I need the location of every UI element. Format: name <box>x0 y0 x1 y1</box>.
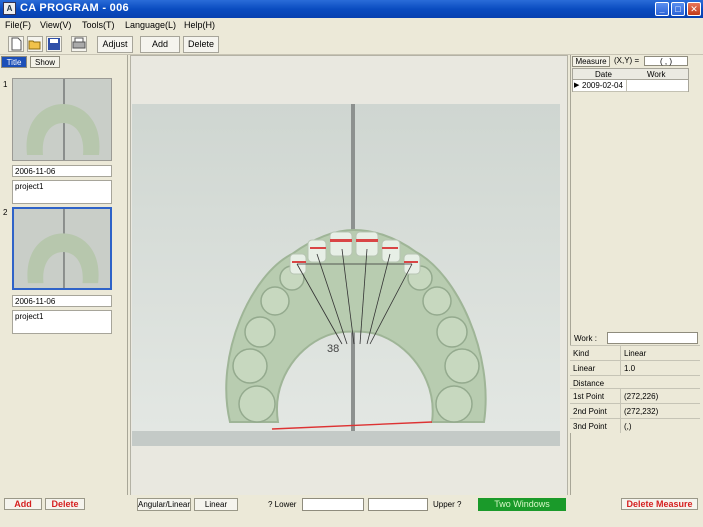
print-icon[interactable] <box>71 36 87 52</box>
cell-divider <box>620 361 621 375</box>
thumbnail-1[interactable] <box>12 78 112 161</box>
table-row[interactable]: ▶ 2009-02-04 <box>573 80 688 92</box>
property-key: 1st Point <box>573 392 605 401</box>
cell-divider <box>620 389 621 403</box>
model-annotation: 38 <box>327 343 339 355</box>
upper-input[interactable] <box>368 498 428 511</box>
property-row: 1st Point (272,226) <box>570 388 700 403</box>
measure-grid: Date Work ▶ 2009-02-04 <box>572 68 689 92</box>
delete-measure-button[interactable]: Delete Measure <box>621 498 698 510</box>
row-pointer-icon: ▶ <box>574 82 580 89</box>
item-project-field: project1 <box>12 180 112 204</box>
property-value: 1.0 <box>624 364 636 373</box>
adjust-button[interactable]: Adjust <box>97 36 133 53</box>
cell-divider <box>620 346 621 360</box>
save-icon[interactable] <box>46 36 62 52</box>
lower-label: ? Lower <box>268 500 297 509</box>
menu-file[interactable]: File(F) <box>5 20 31 30</box>
item-date-field: 2006-11-06 <box>12 295 112 307</box>
linear-button[interactable]: Linear <box>194 498 238 511</box>
tab-show[interactable]: Show <box>30 56 60 68</box>
menu-bar: File(F) View(V) Tools(T) Language(L) Hel… <box>0 18 703 33</box>
property-value: (272,232) <box>624 407 659 416</box>
dental-model-photo[interactable]: 38 <box>132 104 560 446</box>
cell-divider <box>620 419 621 433</box>
item-index: 1 <box>3 80 8 89</box>
title-bar[interactable]: A CA PROGRAM - 006 _ □ ✕ <box>0 0 703 18</box>
minimize-button[interactable]: _ <box>655 2 669 16</box>
work-label: Work : <box>574 334 597 343</box>
xy-value: ( , ) <box>644 56 688 66</box>
menu-help[interactable]: Help(H) <box>184 20 215 30</box>
item-project-field: project1 <box>12 310 112 334</box>
property-row: 3nd Point (,) <box>570 418 700 433</box>
app-icon: A <box>3 2 16 15</box>
toolbar: Adjust Add Delete <box>0 33 703 55</box>
new-file-icon[interactable] <box>8 36 24 52</box>
menu-view[interactable]: View(V) <box>40 20 71 30</box>
two-windows-button[interactable]: Two Windows <box>478 498 566 511</box>
maximize-button[interactable]: □ <box>671 2 685 16</box>
property-key: 3nd Point <box>573 422 607 431</box>
property-key: Distance <box>573 379 605 388</box>
property-row: Linear 1.0 <box>570 360 700 375</box>
property-value: (272,226) <box>624 392 659 401</box>
add-button[interactable]: Add <box>140 36 180 53</box>
thumbnail-panel: Title Show 1 2006-11-06 project1 2 2006-… <box>0 55 128 510</box>
property-value: Linear <box>624 349 647 358</box>
property-key: Kind <box>573 349 590 358</box>
grid-header: Date Work <box>572 68 689 80</box>
column-header-work[interactable]: Work <box>647 70 666 79</box>
thumbnail-2[interactable] <box>12 207 112 290</box>
item-index: 2 <box>3 208 8 217</box>
property-value: (,) <box>624 422 632 431</box>
lower-input[interactable] <box>302 498 364 511</box>
cell-divider <box>626 80 627 91</box>
column-header-date[interactable]: Date <box>595 70 612 79</box>
close-button[interactable]: ✕ <box>687 2 701 16</box>
tab-measure[interactable]: Measure <box>572 56 610 67</box>
angular-linear-button[interactable]: Angular/Linear <box>137 498 191 511</box>
property-key: Linear <box>573 364 596 373</box>
cell-divider <box>620 404 621 418</box>
property-row: 2nd Point (272,232) <box>570 403 700 418</box>
item-date-field: 2006-11-06 <box>12 165 112 177</box>
open-folder-icon[interactable] <box>27 36 43 52</box>
delete-button[interactable]: Delete <box>183 36 219 53</box>
row-date: 2009-02-04 <box>582 81 623 90</box>
property-key: 2nd Point <box>573 407 607 416</box>
upper-label: Upper ? <box>433 500 462 509</box>
xy-label: (X,Y) = <box>614 56 640 65</box>
measure-panel <box>570 55 703 510</box>
menu-tools[interactable]: Tools(T) <box>82 20 115 30</box>
property-row: Kind Linear <box>570 345 700 360</box>
window-title: CA PROGRAM - 006 <box>20 2 129 14</box>
delete-item-button[interactable]: Delete <box>45 498 85 510</box>
menu-language[interactable]: Language(L) <box>125 20 176 30</box>
tab-title[interactable]: Title <box>1 56 27 68</box>
work-input[interactable] <box>607 332 698 344</box>
add-item-button[interactable]: Add <box>4 498 42 510</box>
